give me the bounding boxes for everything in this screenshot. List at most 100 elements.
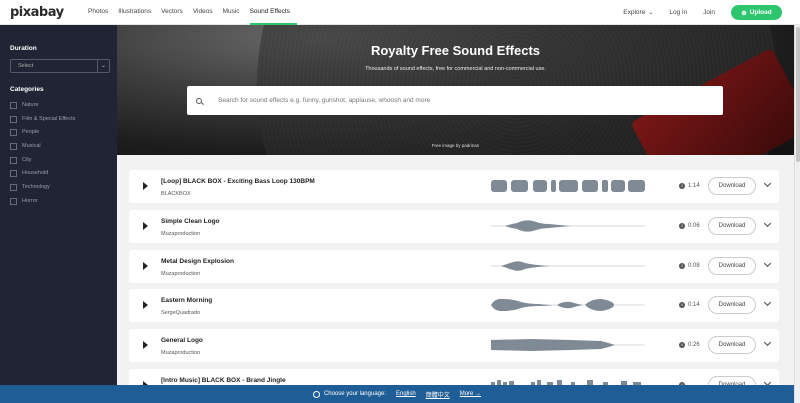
checkbox[interactable] bbox=[10, 101, 17, 109]
image-credit[interactable]: Free image by padrinan bbox=[117, 143, 794, 148]
category-people[interactable]: People bbox=[10, 127, 110, 137]
checkbox[interactable] bbox=[10, 128, 17, 136]
chevron-down-icon[interactable] bbox=[763, 259, 772, 268]
info-icon: i bbox=[679, 223, 685, 229]
language-english-link[interactable]: English bbox=[396, 391, 416, 397]
chevron-down-icon[interactable] bbox=[763, 298, 772, 307]
list-item: Eastern Morning SergeQuadrado i 0:14 Dow… bbox=[129, 289, 779, 322]
list-item: General Logo Muzaproduction i 0:26 Downl… bbox=[129, 329, 779, 362]
categories-heading: Categories bbox=[10, 86, 44, 93]
track-duration: 0:08 bbox=[688, 263, 700, 269]
duration-select[interactable]: Select ⌄ bbox=[10, 59, 110, 73]
main-nav: Photos Illustrations Vectors Videos Musi… bbox=[88, 0, 300, 25]
category-label: Horror bbox=[22, 198, 38, 204]
search-input[interactable] bbox=[218, 97, 698, 104]
language-chinese-link[interactable]: 簡體中文 bbox=[426, 390, 450, 399]
nav-sound-effects[interactable]: Sound Effects bbox=[249, 0, 297, 25]
login-link[interactable]: Log in bbox=[669, 9, 687, 16]
list-item: [Loop] BLACK BOX - Exciting Bass Loop 13… bbox=[129, 170, 779, 203]
chevron-down-icon[interactable] bbox=[763, 179, 772, 188]
track-author[interactable]: Muzaproduction bbox=[161, 231, 200, 237]
upload-button[interactable]: ⊕ Upload bbox=[731, 5, 782, 20]
language-prompt: Choose your language: bbox=[323, 391, 386, 397]
list-item: Simple Clean Logo Muzaproduction i 0:06 … bbox=[129, 210, 779, 243]
chevron-down-icon[interactable] bbox=[763, 219, 772, 228]
track-title[interactable]: Simple Clean Logo bbox=[161, 218, 220, 225]
category-label: Musical bbox=[22, 143, 41, 149]
track-title[interactable]: [Intro Music] BLACK BOX - Brand Jingle bbox=[161, 377, 286, 384]
track-author[interactable]: Muzaproduction bbox=[161, 271, 200, 277]
category-label: City bbox=[22, 157, 32, 163]
download-button[interactable]: Download bbox=[708, 257, 756, 275]
category-city[interactable]: City bbox=[10, 155, 110, 165]
explore-menu[interactable]: Explore ⌄ bbox=[623, 9, 653, 16]
scrollbar-thumb[interactable] bbox=[796, 27, 800, 162]
search-bar[interactable] bbox=[187, 86, 723, 115]
category-label: Household bbox=[22, 170, 49, 176]
info-icon: i bbox=[679, 263, 685, 269]
checkbox[interactable] bbox=[10, 156, 17, 164]
category-musical[interactable]: Musical bbox=[10, 141, 110, 151]
nav-vectors[interactable]: Vectors bbox=[161, 0, 190, 25]
nav-photos[interactable]: Photos bbox=[88, 0, 115, 25]
checkbox[interactable] bbox=[10, 115, 17, 123]
category-label: Film & Special Effects bbox=[22, 116, 76, 122]
download-button[interactable]: Download bbox=[708, 217, 756, 235]
track-author[interactable]: BLACKBOX bbox=[161, 191, 191, 197]
track-author[interactable]: SergeQuadrado bbox=[161, 310, 200, 316]
category-horror[interactable]: Horror bbox=[10, 196, 110, 206]
search-icon bbox=[196, 97, 202, 104]
filter-sidebar: Duration Select ⌄ Categories Nature Film… bbox=[0, 25, 117, 403]
category-technology[interactable]: Technology bbox=[10, 182, 110, 192]
nav-videos[interactable]: Videos bbox=[193, 0, 220, 25]
track-duration: 0:26 bbox=[688, 342, 700, 348]
download-button[interactable]: Download bbox=[708, 177, 756, 195]
play-icon[interactable] bbox=[143, 222, 148, 230]
pixabay-logo[interactable]: pixabay bbox=[10, 5, 64, 20]
play-icon[interactable] bbox=[143, 182, 148, 190]
track-title[interactable]: Eastern Morning bbox=[161, 297, 212, 304]
waveform[interactable] bbox=[491, 175, 645, 197]
header-actions: Explore ⌄ Log in Join ⊕ Upload bbox=[623, 0, 782, 25]
upload-label: Upload bbox=[749, 9, 772, 16]
waveform[interactable] bbox=[491, 294, 645, 316]
checkbox[interactable] bbox=[10, 197, 17, 205]
nav-illustrations[interactable]: Illustrations bbox=[118, 0, 158, 25]
explore-label: Explore bbox=[623, 9, 646, 16]
page-scrollbar[interactable] bbox=[794, 25, 800, 403]
track-duration: 0:14 bbox=[688, 302, 700, 308]
track-title[interactable]: [Loop] BLACK BOX - Exciting Bass Loop 13… bbox=[161, 178, 315, 185]
waveform[interactable] bbox=[491, 215, 645, 237]
category-label: Nature bbox=[22, 102, 39, 108]
duration-select-value: Select bbox=[18, 63, 34, 69]
page-subtitle: Thousands of sound effects, free for com… bbox=[365, 66, 546, 72]
checkbox[interactable] bbox=[10, 169, 17, 177]
track-duration: 1:14 bbox=[688, 183, 700, 189]
play-icon[interactable] bbox=[143, 301, 148, 309]
track-author[interactable]: Muzaproduction bbox=[161, 350, 200, 356]
waveform[interactable] bbox=[491, 255, 645, 277]
nav-music[interactable]: Music bbox=[223, 0, 247, 25]
track-title[interactable]: General Logo bbox=[161, 337, 203, 344]
download-button[interactable]: Download bbox=[708, 336, 756, 354]
category-film-special-effects[interactable]: Film & Special Effects bbox=[10, 114, 110, 124]
download-button[interactable]: Download bbox=[708, 296, 756, 314]
checkbox[interactable] bbox=[10, 183, 17, 191]
checkbox[interactable] bbox=[10, 142, 17, 150]
join-link[interactable]: Join bbox=[703, 9, 715, 16]
page-title: Royalty Free Sound Effects bbox=[370, 43, 541, 58]
track-duration: 0:06 bbox=[688, 223, 700, 229]
language-bar: Choose your language: English 簡體中文 More … bbox=[0, 385, 794, 403]
more-languages-link[interactable]: More → bbox=[460, 391, 481, 397]
info-icon: i bbox=[679, 302, 685, 308]
chevron-down-icon[interactable] bbox=[763, 338, 772, 347]
chevron-down-icon: ⌄ bbox=[648, 10, 654, 16]
track-title[interactable]: Metal Design Explosion bbox=[161, 258, 234, 265]
waveform[interactable] bbox=[491, 334, 645, 356]
hero-banner: Royalty Free Sound Effects Thousands of … bbox=[117, 25, 794, 155]
play-icon[interactable] bbox=[143, 341, 148, 349]
category-nature[interactable]: Nature bbox=[10, 100, 110, 110]
category-household[interactable]: Household bbox=[10, 168, 110, 178]
category-label: Technology bbox=[22, 184, 50, 190]
play-icon[interactable] bbox=[143, 262, 148, 270]
